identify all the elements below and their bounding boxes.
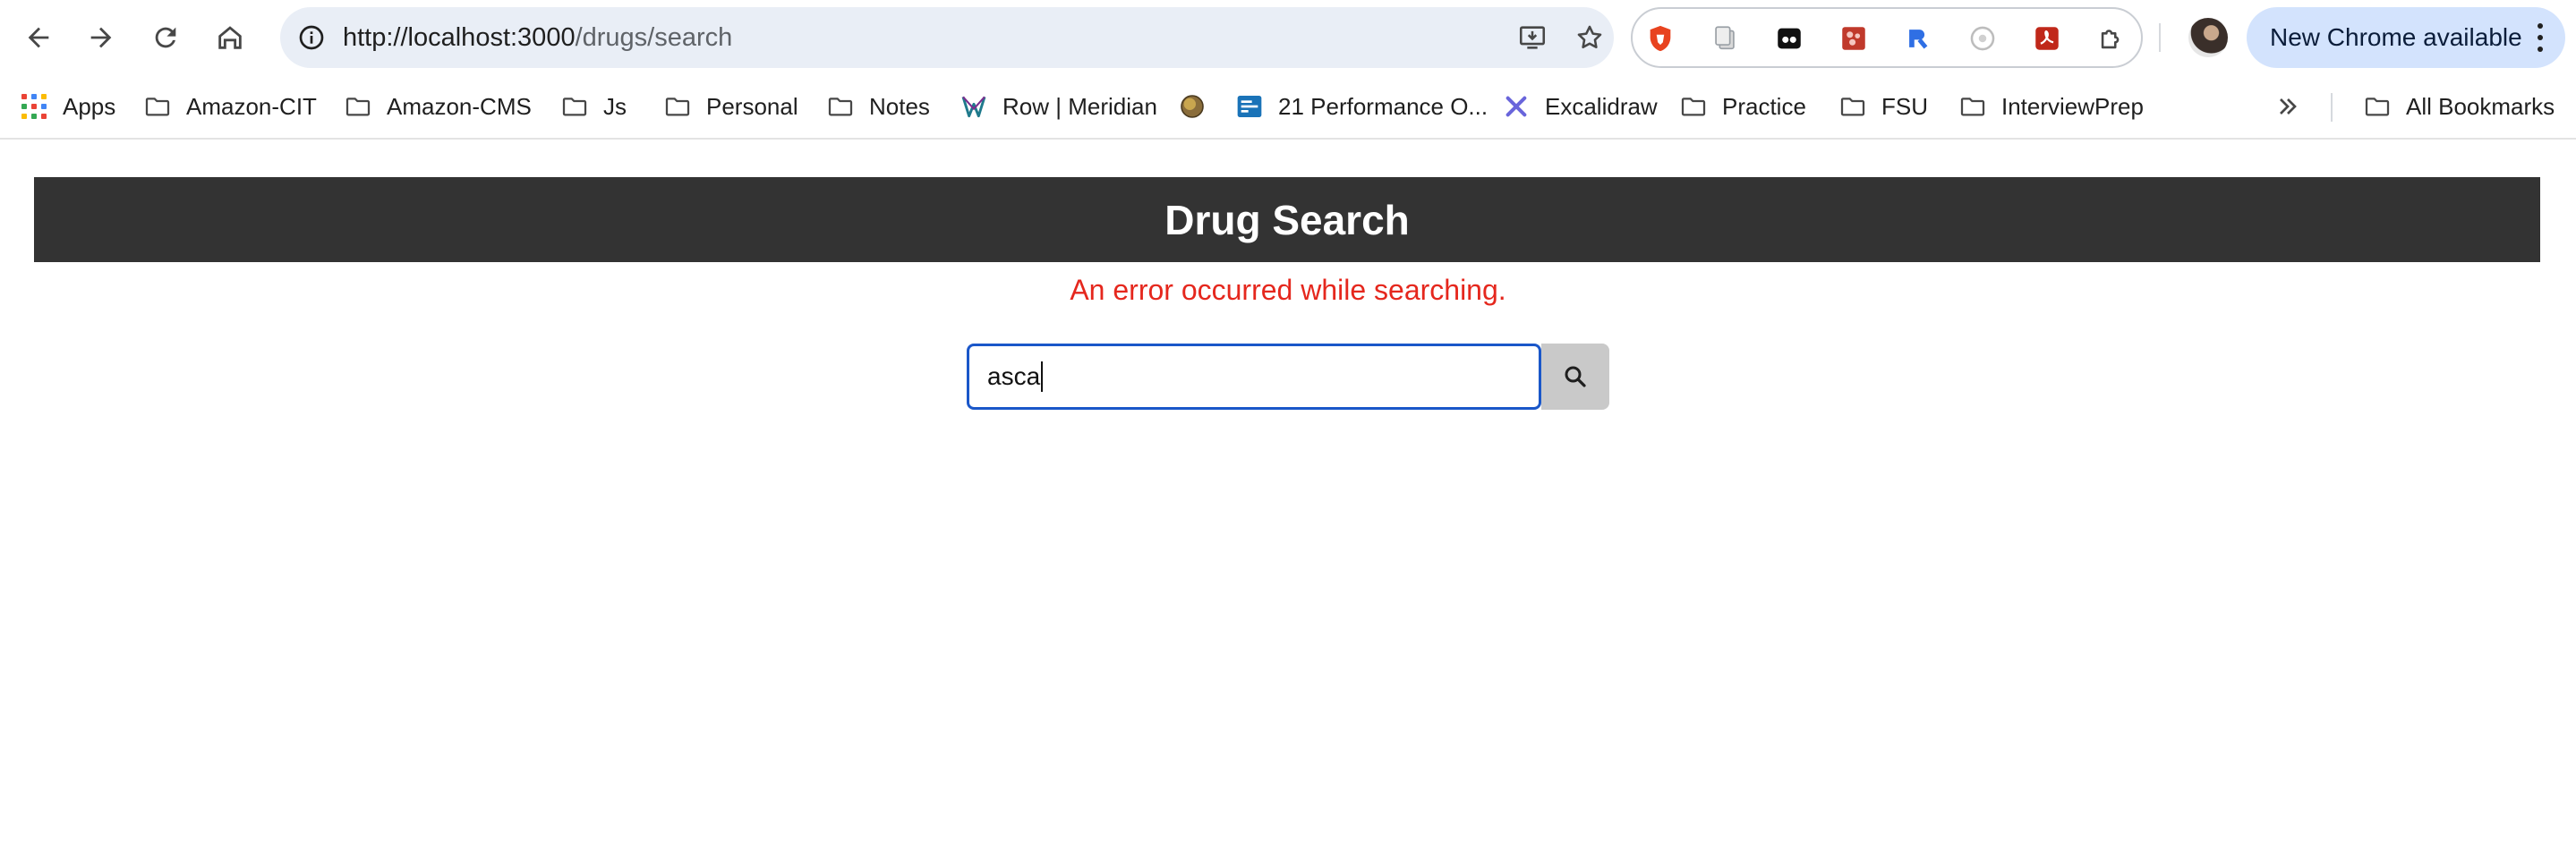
bookmark-label: InterviewPrep [2001, 92, 2144, 120]
back-button[interactable] [18, 17, 59, 58]
extensions-tray [1631, 7, 2143, 68]
pdf-extension-icon[interactable] [2028, 20, 2066, 57]
more-menu-icon[interactable] [2529, 23, 2551, 52]
page-header: Drug Search [34, 177, 2540, 262]
new-chrome-label: New Chrome available [2270, 23, 2522, 51]
bookmark-label: Apps [63, 92, 116, 120]
bookmark-label: Amazon-CMS [387, 92, 532, 120]
excalidraw-logo-icon [1502, 92, 1531, 121]
home-button[interactable] [209, 17, 251, 58]
bookmark-label: FSU [1881, 92, 1928, 120]
bookmark-row-meridian[interactable]: Row | Meridian [960, 86, 1157, 127]
globe-favicon-icon [1178, 92, 1207, 121]
bookmark-folder-notes[interactable]: Notes [826, 86, 930, 127]
all-bookmarks-label: All Bookmarks [2406, 92, 2555, 120]
puzzle-extensions-icon[interactable] [2093, 20, 2130, 57]
brave-shield-extension-icon[interactable] [1642, 20, 1679, 57]
bookmark-label: Amazon-CIT [186, 92, 317, 120]
drug-search-input[interactable] [967, 344, 1541, 410]
error-message: An error occurred while searching. [1070, 274, 1506, 306]
bookmark-globe[interactable] [1178, 86, 1221, 127]
meridian-logo-icon [960, 92, 988, 121]
bookmark-folder-js[interactable]: Js [560, 86, 627, 127]
home-icon [218, 26, 242, 49]
folder-icon [344, 92, 372, 121]
folder-icon [143, 92, 172, 121]
all-bookmarks-folder[interactable]: All Bookmarks [2363, 86, 2555, 127]
address-bar[interactable]: http://localhost:3000/drugs/search [280, 7, 1614, 68]
browser-toolbar: http://localhost:3000/drugs/search New C… [0, 0, 2576, 75]
forward-button[interactable] [81, 17, 122, 58]
copy-extension-icon[interactable] [1706, 20, 1744, 57]
site-info-icon[interactable] [293, 19, 330, 56]
site-favicon-icon [1235, 92, 1264, 121]
folder-icon [663, 92, 692, 121]
install-app-icon[interactable] [1514, 19, 1551, 56]
bookmark-star-icon[interactable] [1571, 19, 1608, 56]
bookmark-folder-personal[interactable]: Personal [663, 86, 798, 127]
reload-icon [155, 27, 176, 48]
folder-icon [2363, 92, 2392, 121]
folder-icon [1838, 92, 1867, 121]
bookmarks-separator [2331, 93, 2333, 122]
bookmark-label: Practice [1722, 92, 1806, 120]
arrow-right-icon [90, 27, 112, 48]
page-title: Drug Search [1164, 196, 1410, 243]
url-host: http://localhost:3000 [343, 23, 576, 52]
new-chrome-available-button[interactable]: New Chrome available [2247, 7, 2565, 68]
arrow-left-icon [28, 27, 49, 48]
bookmarks-overflow-button[interactable] [2273, 86, 2316, 127]
folder-icon [560, 92, 589, 121]
bookmark-label: Notes [869, 92, 930, 120]
bookmark-folder-amazon-cms[interactable]: Amazon-CMS [344, 86, 532, 127]
folder-icon [1679, 92, 1708, 121]
bookmark-label: 21 Performance O... [1278, 92, 1488, 120]
round-extension-icon[interactable] [1964, 20, 2001, 57]
bookmarks-bar: Apps Amazon-CIT Amazon-CMS Js Personal N… [0, 75, 2576, 140]
reload-button[interactable] [145, 17, 186, 58]
bookmark-folder-fsu[interactable]: FSU [1838, 86, 1928, 127]
blue-logo-extension-icon[interactable] [1899, 20, 1937, 57]
tab-extension-icon[interactable] [1770, 20, 1808, 57]
bookmark-folder-amazon-cit[interactable]: Amazon-CIT [143, 86, 317, 127]
profile-avatar[interactable] [2188, 18, 2228, 57]
bookmark-21-performance[interactable]: 21 Performance O... [1235, 86, 1488, 127]
url-path: /drugs/search [575, 23, 733, 52]
bookmark-excalidraw[interactable]: Excalidraw [1502, 86, 1658, 127]
search-button[interactable] [1541, 344, 1609, 410]
bookmark-folder-practice[interactable]: Practice [1679, 86, 1806, 127]
pattern-extension-icon[interactable] [1835, 20, 1872, 57]
toolbar-separator [2159, 23, 2161, 52]
apps-grid-icon [20, 92, 48, 121]
bookmark-label: Js [603, 92, 627, 120]
folder-icon [1958, 92, 1987, 121]
folder-icon [826, 92, 855, 121]
url-text[interactable]: http://localhost:3000/drugs/search [343, 7, 732, 68]
bookmark-label: Excalidraw [1545, 92, 1658, 120]
chevron-double-right-icon [2273, 92, 2302, 121]
bookmark-label: Row | Meridian [1002, 92, 1157, 120]
magnifier-icon [1565, 366, 1586, 387]
bookmark-apps[interactable]: Apps [20, 86, 115, 127]
bookmark-label: Personal [706, 92, 798, 120]
text-caret [1041, 361, 1044, 392]
bookmark-folder-interviewprep[interactable]: InterviewPrep [1958, 86, 2144, 127]
